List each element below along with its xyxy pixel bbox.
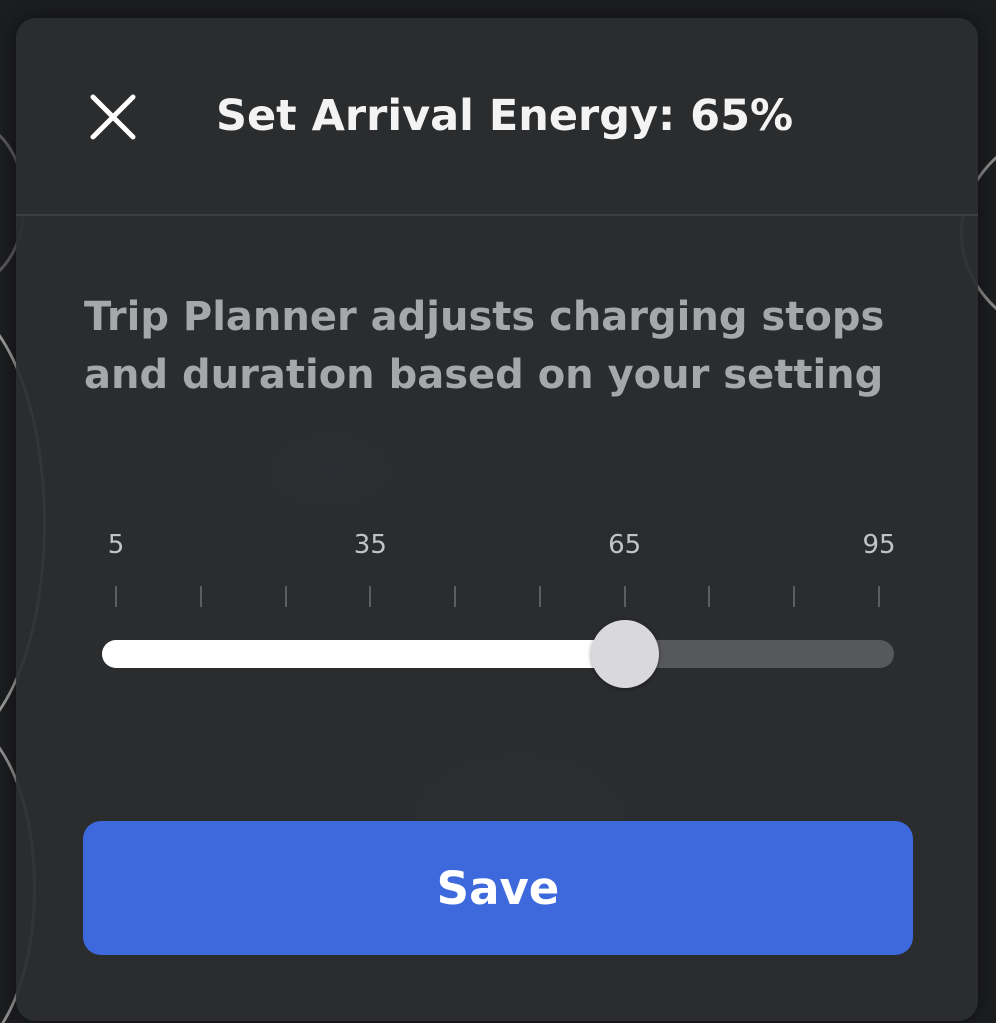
slider-tick: [878, 586, 880, 607]
arrival-energy-slider[interactable]: [102, 618, 894, 688]
slider-tick: [708, 586, 711, 607]
slider-tick: [623, 586, 626, 607]
slider-tick: [284, 586, 287, 607]
slider-tick-label: 35: [353, 530, 387, 560]
slider-tick-label: 95: [862, 530, 896, 560]
slider-tick: [369, 586, 372, 607]
arrival-energy-dialog: Set Arrival Energy: 65% Trip Planner adj…: [16, 18, 978, 1021]
dialog-description: Trip Planner adjusts charging stops and …: [84, 294, 885, 398]
slider-tick-label: 5: [107, 530, 125, 560]
slider-fill: [102, 640, 639, 668]
slider-tick: [793, 586, 796, 607]
slider-tick: [454, 586, 457, 607]
dialog-header: Set Arrival Energy: 65%: [16, 18, 978, 216]
slider-tick: [199, 586, 202, 607]
slider-tick-label: 65: [608, 530, 642, 560]
close-icon: [90, 94, 136, 140]
close-button[interactable]: [78, 82, 148, 152]
slider-tick: [115, 586, 117, 607]
slider-thumb[interactable]: [590, 620, 659, 688]
slider-tick: [538, 586, 541, 607]
save-button[interactable]: Save: [83, 821, 913, 955]
dialog-title: Set Arrival Energy: 65%: [216, 91, 794, 141]
